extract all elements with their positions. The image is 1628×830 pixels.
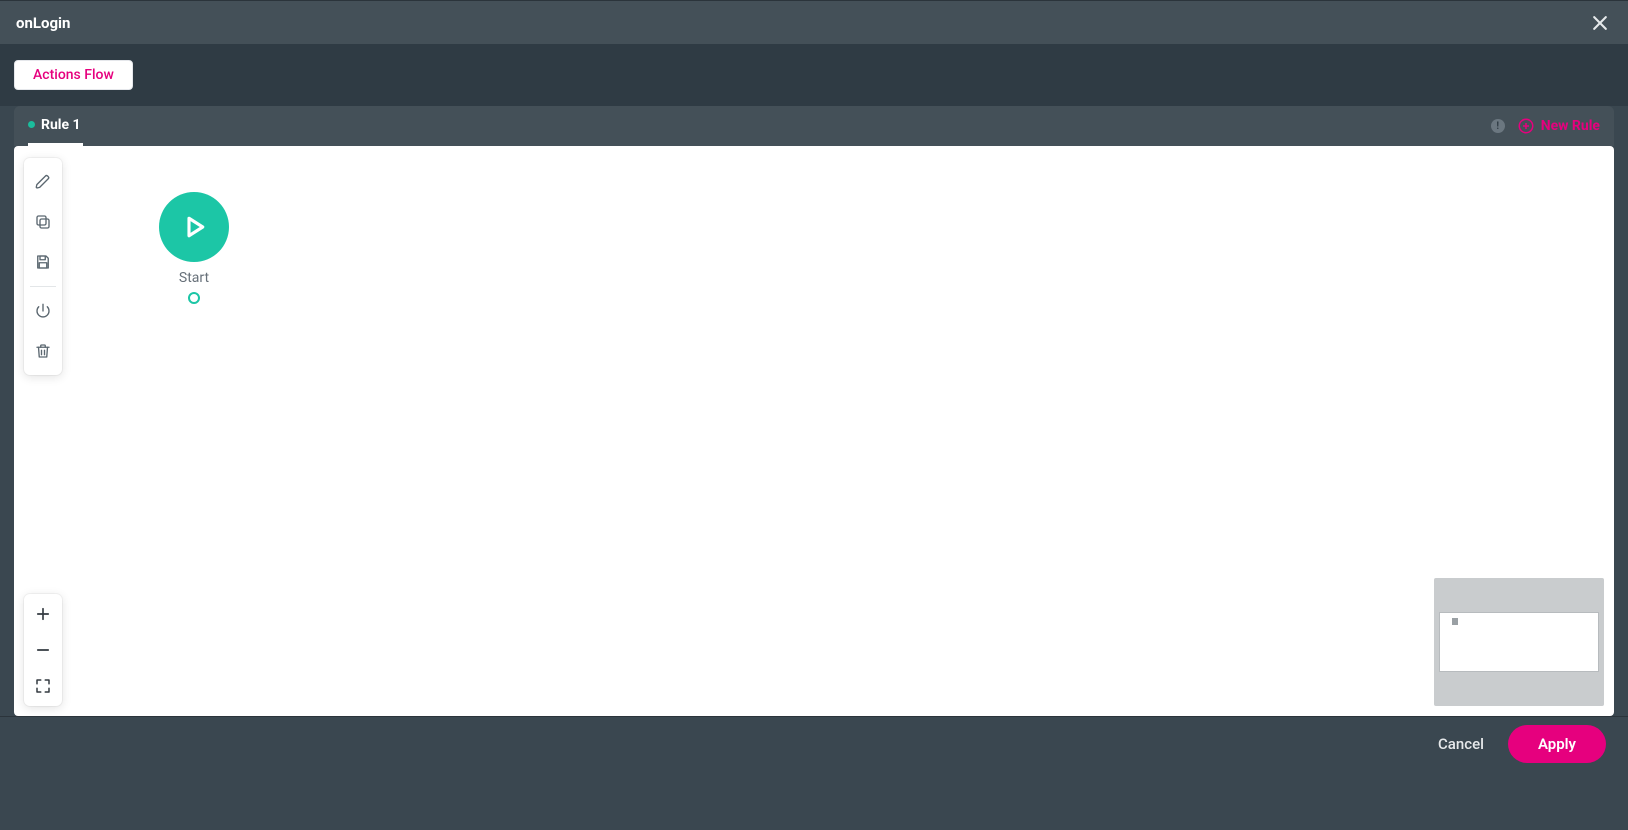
play-icon (179, 212, 209, 242)
start-node-circle[interactable] (159, 192, 229, 262)
minimap[interactable] (1434, 578, 1604, 706)
subheader: Actions Flow (0, 44, 1628, 106)
toolbar-divider (30, 286, 56, 287)
cancel-button[interactable]: Cancel (1432, 727, 1490, 761)
zoom-in-button[interactable] (24, 596, 62, 632)
save-button[interactable] (24, 242, 62, 282)
close-icon (1590, 13, 1610, 33)
modal-title: onLogin (16, 14, 70, 32)
minimap-viewport[interactable] (1439, 612, 1599, 672)
power-icon (34, 302, 52, 320)
actions-flow-button[interactable]: Actions Flow (14, 60, 133, 90)
modal-header: onLogin (0, 0, 1628, 44)
minus-icon (34, 641, 52, 659)
rulebar: Rule 1 ! New Rule (14, 106, 1614, 146)
canvas-toolbar (24, 158, 62, 375)
start-node[interactable]: Start (159, 192, 229, 304)
trash-icon (34, 342, 52, 360)
apply-button[interactable]: Apply (1508, 725, 1606, 763)
new-rule-button[interactable]: New Rule (1517, 117, 1600, 135)
zoom-toolbar (24, 594, 62, 706)
expand-icon (34, 677, 52, 695)
edit-button[interactable] (24, 162, 62, 202)
fit-view-button[interactable] (24, 668, 62, 704)
minimap-node-dot (1452, 618, 1458, 625)
rulebar-right: ! New Rule (1491, 117, 1600, 135)
plus-icon (34, 605, 52, 623)
modal-footer: Cancel Apply (0, 716, 1628, 770)
plus-circle-icon (1517, 117, 1535, 135)
new-rule-label: New Rule (1541, 118, 1600, 134)
delete-button[interactable] (24, 331, 62, 371)
pencil-icon (34, 173, 52, 191)
actions-flow-editor-modal: onLogin Actions Flow Rule 1 ! (0, 0, 1628, 830)
rulebar-wrap: Rule 1 ! New Rule (0, 106, 1628, 716)
active-dot-icon (28, 121, 35, 128)
copy-button[interactable] (24, 202, 62, 242)
copy-icon (34, 213, 52, 231)
tab-rule-1[interactable]: Rule 1 (28, 106, 83, 146)
save-icon (34, 253, 52, 271)
rule-tabs: Rule 1 (28, 106, 83, 146)
zoom-out-button[interactable] (24, 632, 62, 668)
rule-badge-count: ! (1491, 119, 1505, 133)
flow-canvas[interactable]: Start (14, 146, 1614, 716)
start-node-output-port[interactable] (188, 292, 200, 304)
power-button[interactable] (24, 291, 62, 331)
close-button[interactable] (1586, 9, 1614, 37)
start-node-label: Start (179, 270, 209, 286)
rule-tab-label: Rule 1 (41, 117, 81, 133)
